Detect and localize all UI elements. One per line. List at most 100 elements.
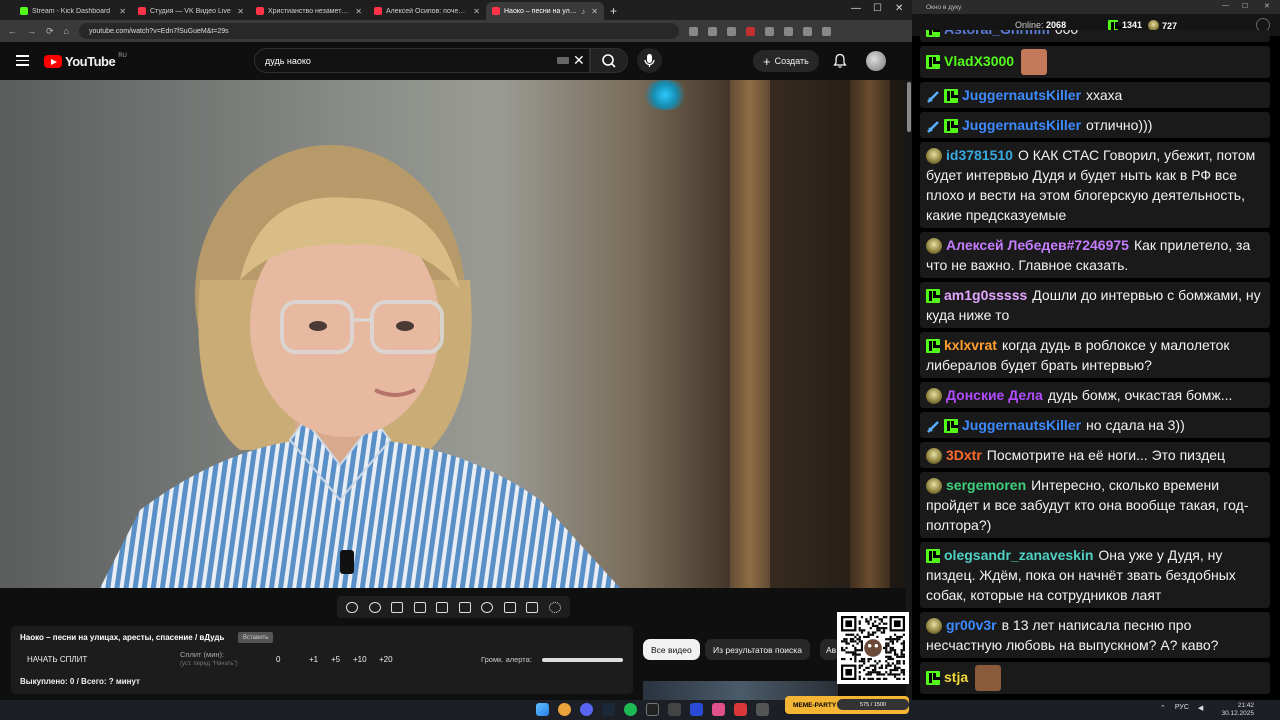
url-field[interactable]: youtube.com/watch?v=Edn7fSuGueM&t=29s: [78, 23, 679, 39]
spotify-icon[interactable]: [624, 703, 637, 716]
keyboard-icon[interactable]: [557, 57, 569, 64]
screen: Stream - Kick Dashboard ✕ Студия — VK Ви…: [0, 0, 1280, 720]
tab-youtube-naoko[interactable]: Наоко – песни на улицах, ♪ ✕: [486, 2, 604, 20]
volume-icon[interactable]: ◀: [1198, 704, 1203, 712]
lang-indicator[interactable]: РУС: [1175, 704, 1189, 712]
youtube-logo[interactable]: YouTube RU: [44, 53, 127, 69]
clock[interactable]: 21:42 30.12.2025: [1218, 702, 1254, 718]
chat-username[interactable]: stja: [944, 669, 968, 685]
search-input[interactable]: дудь наоко ✕: [254, 48, 590, 73]
screenshot-camera-icon[interactable]: [526, 601, 539, 613]
bookmark-star-icon[interactable]: [726, 26, 736, 36]
cast-tv-icon[interactable]: [391, 601, 404, 613]
paste-button[interactable]: Вставить: [238, 632, 274, 643]
windows-start-icon[interactable]: [536, 703, 549, 716]
chat-username[interactable]: JuggernautsKiller: [962, 417, 1081, 433]
chat-username[interactable]: sergemoren: [946, 477, 1026, 493]
tab-kick-dashboard[interactable]: Stream - Kick Dashboard ✕: [14, 2, 132, 20]
cast-icon[interactable]: [707, 26, 717, 36]
chat-username[interactable]: Astoral_Ghrmm: [944, 30, 1050, 37]
back-button[interactable]: ←: [8, 26, 17, 36]
chip-from-search[interactable]: Из результатов поиска: [705, 639, 810, 660]
scrollbar-thumb[interactable]: [907, 82, 911, 132]
increment-10-button[interactable]: +10: [353, 655, 367, 664]
tab-youtube-christianity[interactable]: Христианство незаметно уход ✕: [250, 2, 368, 20]
video-title: Наоко – песни на улицах, аресты, спасени…: [20, 633, 225, 642]
profile-icon[interactable]: [802, 26, 812, 36]
settings-gear-icon[interactable]: [548, 601, 561, 613]
chat-username[interactable]: JuggernautsKiller: [962, 87, 1081, 103]
forward-button[interactable]: →: [27, 26, 36, 36]
broadcast-icon[interactable]: [368, 601, 381, 613]
tab-vk-studio[interactable]: Студия — VK Видео Live ✕: [132, 2, 250, 20]
clear-search-icon[interactable]: ✕: [573, 52, 585, 69]
loop-icon[interactable]: [346, 601, 359, 613]
voice-search-button[interactable]: [637, 48, 662, 73]
chat-username[interactable]: 3Dxtr: [946, 447, 982, 463]
menu-icon[interactable]: [16, 55, 29, 66]
platform-avatar-icon: [926, 618, 942, 635]
chat-username[interactable]: JuggernautsKiller: [962, 117, 1081, 133]
discord-icon[interactable]: [580, 703, 593, 716]
reload-button[interactable]: ⟳: [46, 26, 54, 37]
chat-username[interactable]: Алексей Лебедев#7246975: [946, 237, 1129, 253]
home-button[interactable]: ⌂: [64, 26, 69, 36]
chat-username[interactable]: id3781510: [946, 147, 1013, 163]
video-player[interactable]: [0, 80, 906, 588]
tab-close-icon[interactable]: ✕: [237, 7, 244, 16]
notifications-bell-icon[interactable]: [833, 53, 847, 69]
increment-5-button[interactable]: +5: [331, 655, 340, 664]
search-icon: [602, 54, 616, 68]
extensions-puzzle-icon[interactable]: [764, 26, 774, 36]
chat-username[interactable]: Донские Дела: [946, 387, 1043, 403]
menu-dots-icon[interactable]: [821, 26, 831, 36]
obs-icon[interactable]: [646, 703, 659, 716]
audio-icon[interactable]: ♪: [581, 7, 585, 16]
chat-username[interactable]: am1g0sssss: [944, 287, 1027, 303]
wifi-icon[interactable]: ⌃: [1160, 704, 1166, 712]
chrome-icon[interactable]: [558, 703, 571, 716]
app-icon[interactable]: [668, 703, 681, 716]
vk-favicon-icon: [138, 7, 146, 15]
chat-username[interactable]: kxlxvrat: [944, 337, 997, 353]
chat-minimize-button[interactable]: —: [1222, 2, 1229, 9]
chip-all-videos[interactable]: Все видео: [643, 639, 700, 660]
extension-icon[interactable]: [745, 26, 755, 36]
increment-1-button[interactable]: +1: [309, 655, 318, 664]
tab-close-icon[interactable]: ✕: [119, 7, 126, 16]
zoom-icon[interactable]: [688, 26, 698, 36]
download-icon[interactable]: [783, 26, 793, 36]
steam-icon[interactable]: [602, 703, 615, 716]
speed-gauge-icon[interactable]: [481, 601, 494, 613]
film-icon[interactable]: [458, 601, 471, 613]
chat-username[interactable]: gr00v3r: [946, 617, 997, 633]
platform-avatar-icon: [926, 148, 942, 165]
start-split-button[interactable]: НАЧАТЬ СПЛИТ: [27, 655, 87, 664]
maximize-button[interactable]: ☐: [873, 3, 882, 14]
close-window-button[interactable]: ✕: [895, 3, 903, 14]
tab-close-icon[interactable]: ✕: [473, 7, 480, 16]
new-tab-button[interactable]: +: [604, 4, 623, 20]
tab-youtube-osipov[interactable]: Алексей Осипов: почему Бог ✕: [368, 2, 486, 20]
search-button[interactable]: [590, 48, 628, 73]
chat-username[interactable]: olegsandr_zanaveskin: [944, 547, 1093, 563]
app-icon[interactable]: [712, 703, 725, 716]
create-button[interactable]: + Создать: [753, 50, 819, 72]
chat-username[interactable]: VladX3000: [944, 53, 1014, 69]
add-clip-icon[interactable]: [503, 601, 516, 613]
chat-maximize-button[interactable]: ☐: [1242, 2, 1248, 10]
tab-close-icon[interactable]: ✕: [591, 7, 598, 16]
tab-close-icon[interactable]: ✕: [355, 7, 362, 16]
media-player-icon[interactable]: [690, 703, 703, 716]
picture-in-picture-icon[interactable]: [436, 601, 449, 613]
alert-volume-slider[interactable]: [542, 658, 623, 662]
app-icon[interactable]: [756, 703, 769, 716]
split-value[interactable]: 0: [276, 655, 280, 664]
app-icon[interactable]: [734, 703, 747, 716]
clapperboard-icon[interactable]: [413, 601, 426, 613]
chat-close-button[interactable]: ✕: [1264, 2, 1270, 10]
minimize-button[interactable]: —: [851, 3, 861, 14]
increment-20-button[interactable]: +20: [379, 655, 393, 664]
tab-title: Наоко – песни на улицах,: [504, 7, 578, 15]
avatar[interactable]: [866, 51, 886, 71]
